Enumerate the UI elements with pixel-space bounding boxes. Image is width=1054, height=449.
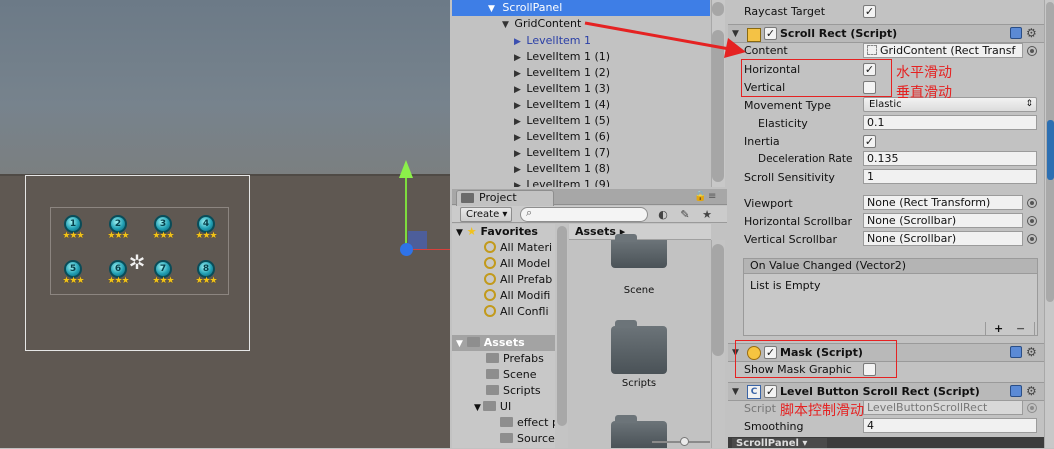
- annotation-vertical: 垂直滑动: [896, 85, 952, 101]
- annotation-box-mask: [735, 340, 897, 378]
- annotation-horizontal: 水平滑动: [896, 65, 952, 81]
- annotation-script: 脚本控制滑动: [780, 403, 864, 419]
- annotation-box-direction: [741, 59, 892, 97]
